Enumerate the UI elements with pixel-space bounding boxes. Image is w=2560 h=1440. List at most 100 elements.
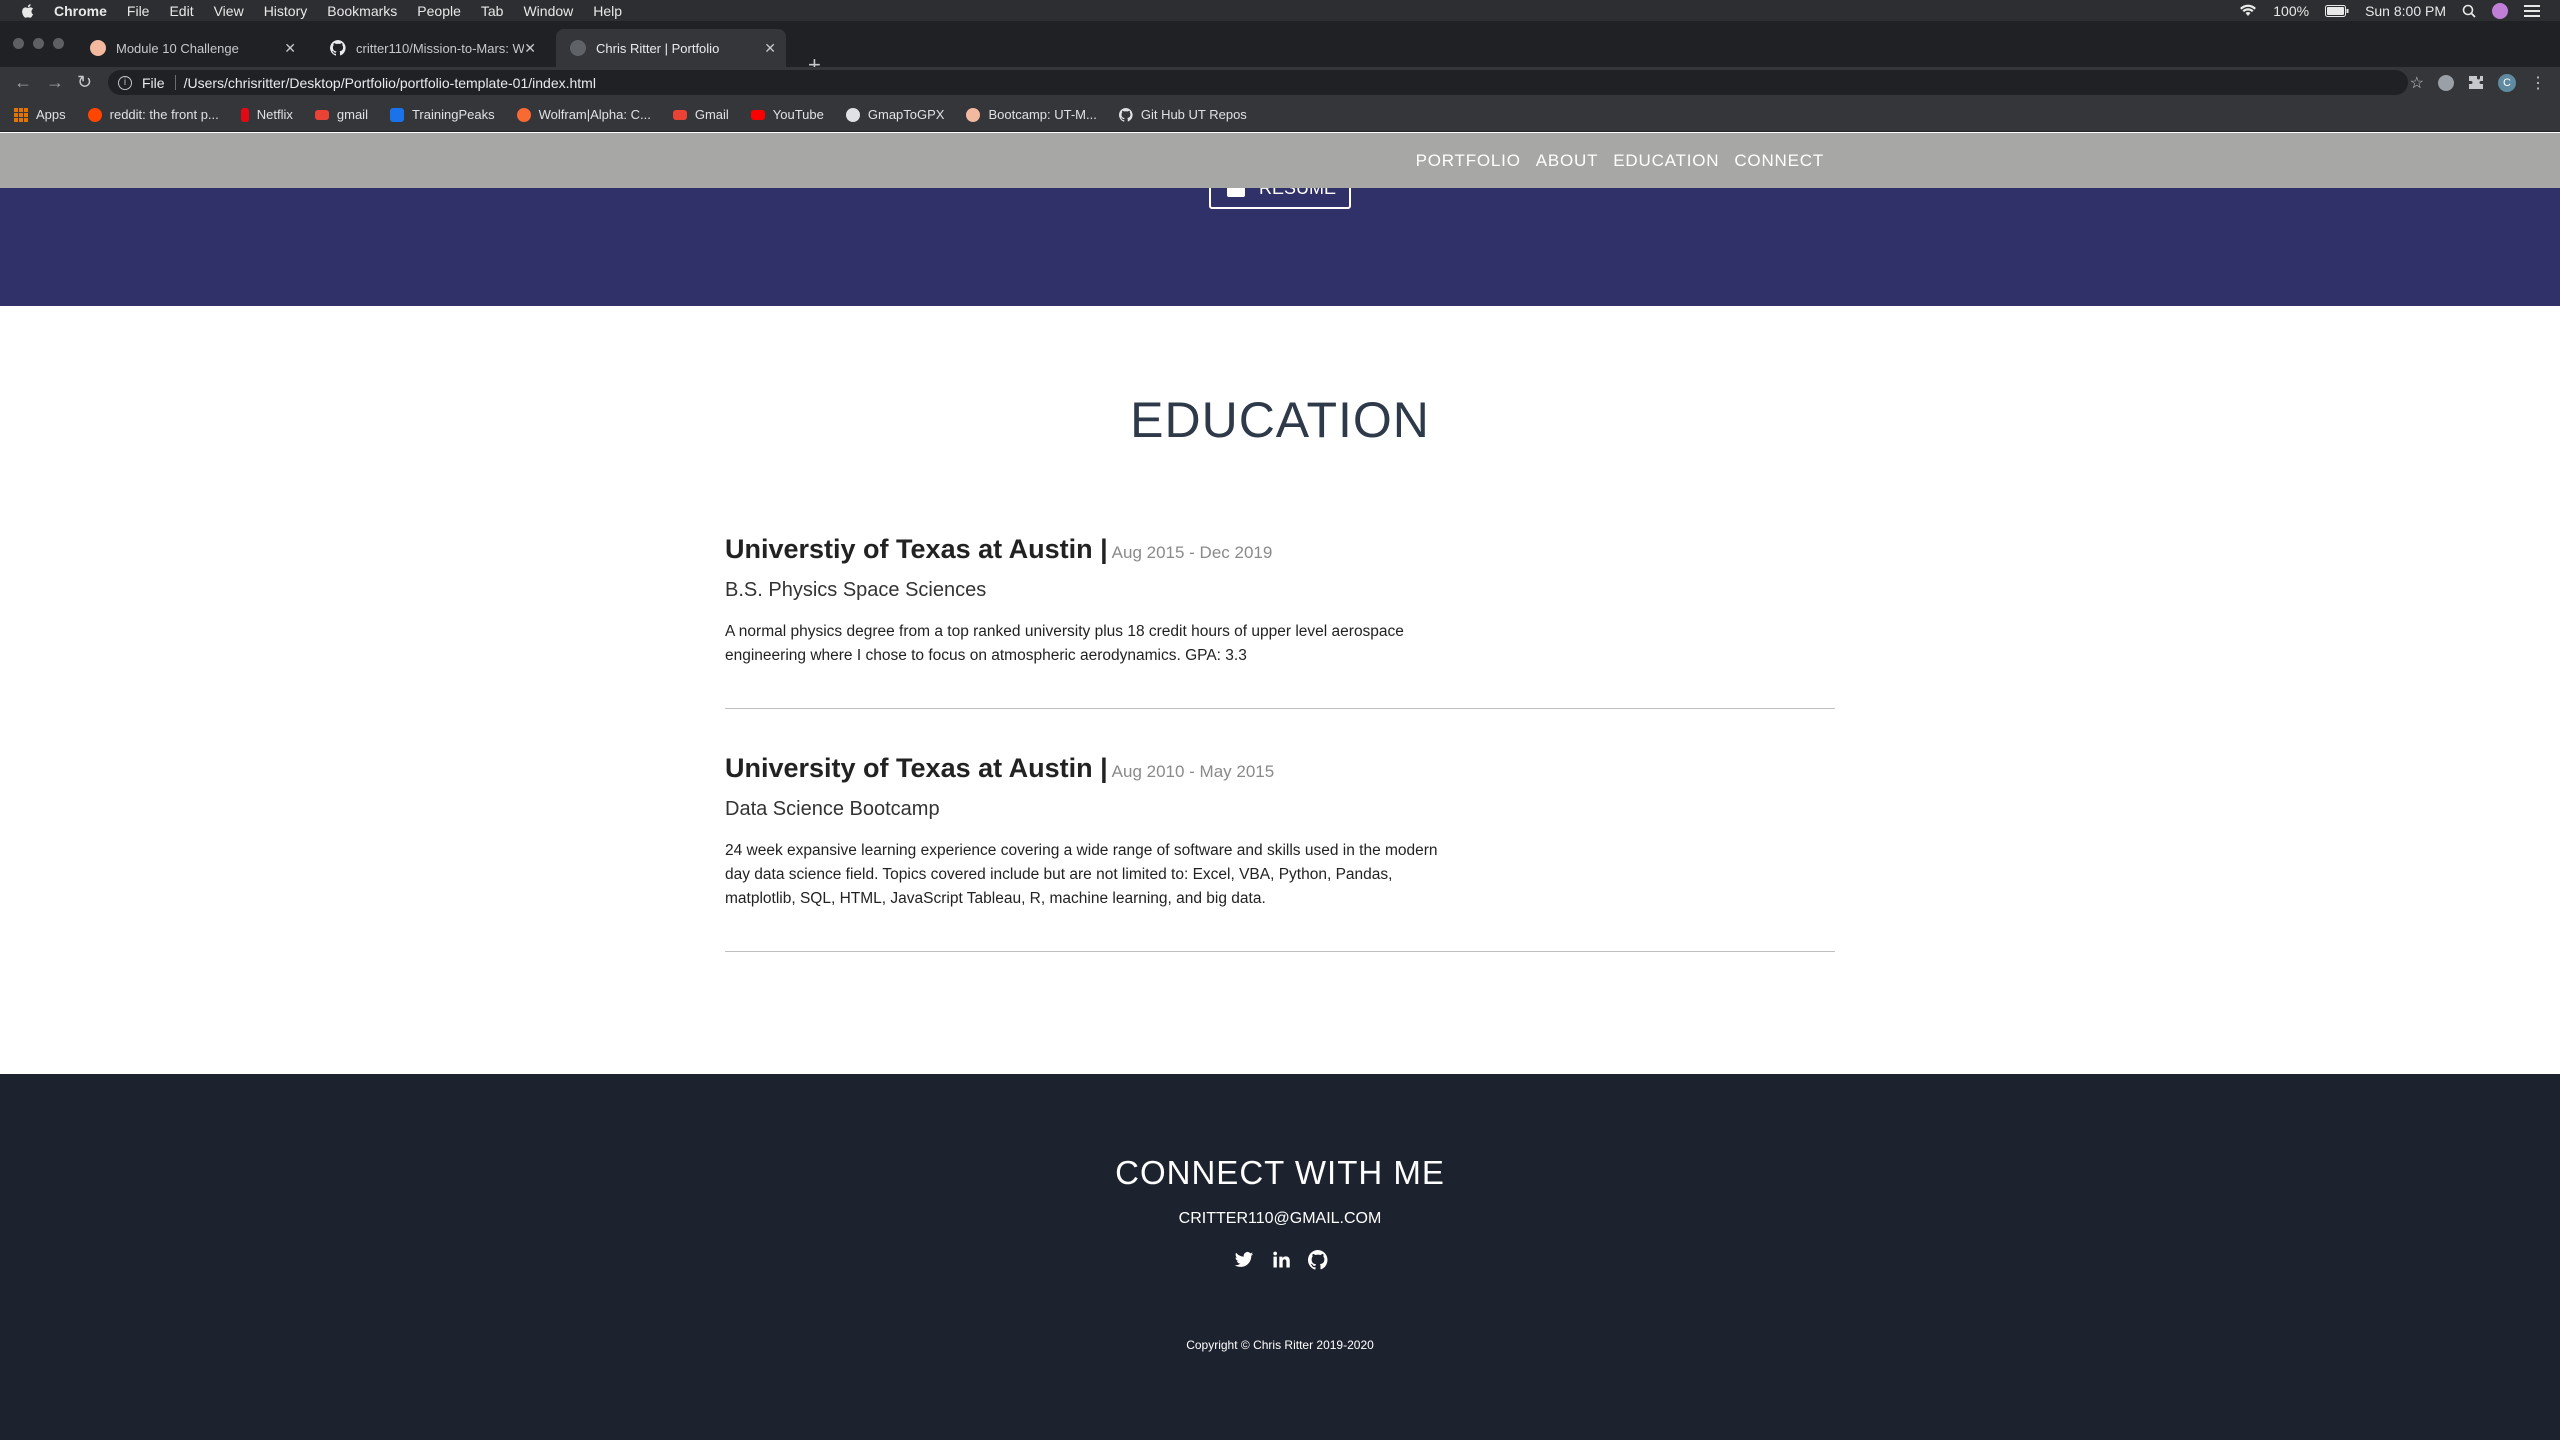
tab-title: critter110/Mission-to-Mars: We <box>356 40 524 56</box>
menu-bookmarks[interactable]: Bookmarks <box>327 3 397 19</box>
extension-icon[interactable] <box>2438 75 2454 91</box>
siri-icon[interactable] <box>2492 2 2508 19</box>
bookmark-trainingpeaks[interactable]: TrainingPeaks <box>389 107 495 122</box>
contact-email[interactable]: CRITTER110@GMAIL.COM <box>0 1210 2560 1228</box>
education-heading: EDUCATION <box>1130 392 1430 448</box>
nav-connect[interactable]: CONNECT <box>1734 151 1824 171</box>
close-tab-icon[interactable]: ✕ <box>764 40 776 57</box>
school-name: Universtiy of Texas at Austin | <box>725 534 1108 564</box>
tab-title: Module 10 Challenge <box>116 40 239 56</box>
window-controls <box>13 38 64 49</box>
bookmark-label: YouTube <box>772 107 824 122</box>
close-tab-icon[interactable]: ✕ <box>524 40 536 57</box>
bookmark-gmail-2[interactable]: Gmail <box>672 107 729 122</box>
bookmark-wolfram[interactable]: Wolfram|Alpha: C... <box>516 107 651 122</box>
bootcamp-icon <box>966 107 981 122</box>
school-name: University of Texas at Austin | <box>725 753 1108 783</box>
macos-menubar: Chrome File Edit View History Bookmarks … <box>0 0 2560 21</box>
bookmark-label: Git Hub UT Repos <box>1140 107 1247 122</box>
wifi-icon[interactable] <box>2239 4 2257 17</box>
twitter-icon[interactable] <box>1234 1250 1254 1270</box>
linkedin-icon[interactable] <box>1271 1250 1291 1270</box>
degree-title: B.S. Physics Space Sciences <box>725 579 987 601</box>
menu-tab[interactable]: Tab <box>481 3 504 19</box>
bookmark-reddit[interactable]: reddit: the front p... <box>87 107 219 122</box>
education-entry: Universtiy of Texas at Austin | Aug 2015 … <box>725 534 1835 709</box>
globe-icon <box>845 107 860 122</box>
battery-icon[interactable] <box>2325 4 2349 17</box>
menu-edit[interactable]: Edit <box>169 3 193 19</box>
spotlight-icon[interactable] <box>2462 4 2476 18</box>
menubar-clock[interactable]: Sun 8:00 PM <box>2365 3 2446 19</box>
nav-portfolio[interactable]: PORTFOLIO <box>1416 151 1521 171</box>
wolfram-icon <box>516 107 531 122</box>
nav-education[interactable]: EDUCATION <box>1613 151 1719 171</box>
apple-icon[interactable] <box>20 3 34 19</box>
degree-description: A normal physics degree from a top ranke… <box>725 623 1404 664</box>
browser-tab-strip: Module 10 Challenge ✕ critter110/Mission… <box>0 21 2560 76</box>
school-heading: University of Texas at Austin | Aug 2010 … <box>725 753 1835 784</box>
close-window-button[interactable] <box>13 38 24 49</box>
tab-title: Chris Ritter | Portfolio <box>596 40 720 56</box>
social-links <box>1234 1250 1328 1270</box>
bookmark-netflix[interactable]: Netflix <box>240 107 293 122</box>
bookmark-github-repos[interactable]: Git Hub UT Repos <box>1118 107 1247 122</box>
connect-footer: CONNECT WITH ME CRITTER110@GMAIL.COM Cop… <box>0 1074 2560 1440</box>
degree-description: 24 week expansive learning experience co… <box>725 842 1438 907</box>
entry-divider <box>725 708 1835 709</box>
bookmark-gmaptogpx[interactable]: GmapToGPX <box>845 107 945 122</box>
menu-help[interactable]: Help <box>593 3 622 19</box>
bookmark-gmail[interactable]: gmail <box>314 107 368 122</box>
bookmark-label: reddit: the front p... <box>109 107 219 122</box>
menu-history[interactable]: History <box>264 3 308 19</box>
bookmark-apps[interactable]: Apps <box>14 107 66 122</box>
forward-arrow-icon[interactable]: → <box>46 73 64 91</box>
extensions-puzzle-icon[interactable] <box>2468 75 2484 91</box>
bookmark-label: gmail <box>336 107 368 122</box>
url-scheme-label: File <box>142 74 165 91</box>
bookmark-label: TrainingPeaks <box>411 107 495 122</box>
gmail-icon <box>672 109 687 120</box>
tab-portfolio[interactable]: Chris Ritter | Portfolio ✕ <box>556 29 786 67</box>
degree-title: Data Science Bootcamp <box>725 798 940 820</box>
menu-file[interactable]: File <box>127 3 150 19</box>
entry-divider <box>725 951 1835 952</box>
tab-github-repo[interactable]: critter110/Mission-to-Mars: We ✕ <box>316 29 546 67</box>
copyright-text: Copyright © Chris Ritter 2019-2020 <box>1186 1338 1374 1352</box>
apps-grid-icon <box>14 107 28 122</box>
bookmark-star-icon[interactable]: ☆ <box>2410 73 2424 93</box>
bookmark-label: Gmail <box>694 107 729 122</box>
menu-people[interactable]: People <box>417 3 461 19</box>
netflix-icon <box>240 107 249 122</box>
menu-view[interactable]: View <box>214 3 244 19</box>
address-bar[interactable]: i File /Users/chrisritter/Desktop/Portfo… <box>108 70 2408 95</box>
menu-app-name[interactable]: Chrome <box>54 3 107 19</box>
bookmark-label: Netflix <box>256 107 293 122</box>
browser-menu-icon[interactable]: ⋮ <box>2530 73 2546 93</box>
bookmark-youtube[interactable]: YouTube <box>750 107 824 122</box>
nav-about[interactable]: ABOUT <box>1536 151 1599 171</box>
trainingpeaks-icon <box>389 107 404 122</box>
web-page: RESUME PORTFOLIO ABOUT EDUCATION CONNECT… <box>0 133 2560 1440</box>
zoom-window-button[interactable] <box>53 38 64 49</box>
close-tab-icon[interactable]: ✕ <box>284 40 296 57</box>
github-icon[interactable] <box>1308 1250 1328 1270</box>
reddit-icon <box>87 107 102 122</box>
back-arrow-icon[interactable]: ← <box>14 73 32 91</box>
minimize-window-button[interactable] <box>33 38 44 49</box>
school-dates: Aug 2015 - Dec 2019 <box>1111 543 1273 562</box>
bookmark-label: GmapToGPX <box>867 107 945 122</box>
github-icon <box>1118 107 1133 122</box>
profile-avatar[interactable]: C <box>2498 74 2516 92</box>
bookmark-label: Apps <box>36 107 66 122</box>
notification-center-icon[interactable] <box>2524 4 2540 17</box>
bookmarks-bar: Apps reddit: the front p... Netflix gmai… <box>0 98 2560 132</box>
info-icon[interactable]: i <box>118 75 132 90</box>
tab-favicon-icon <box>570 40 586 56</box>
tab-module-10[interactable]: Module 10 Challenge ✕ <box>76 29 306 67</box>
menu-window[interactable]: Window <box>523 3 573 19</box>
school-dates: Aug 2010 - May 2015 <box>1111 762 1275 781</box>
reload-icon[interactable]: ↻ <box>77 73 92 91</box>
url-text[interactable]: /Users/chrisritter/Desktop/Portfolio/por… <box>184 75 596 91</box>
bookmark-bootcamp[interactable]: Bootcamp: UT-M... <box>966 107 1097 122</box>
